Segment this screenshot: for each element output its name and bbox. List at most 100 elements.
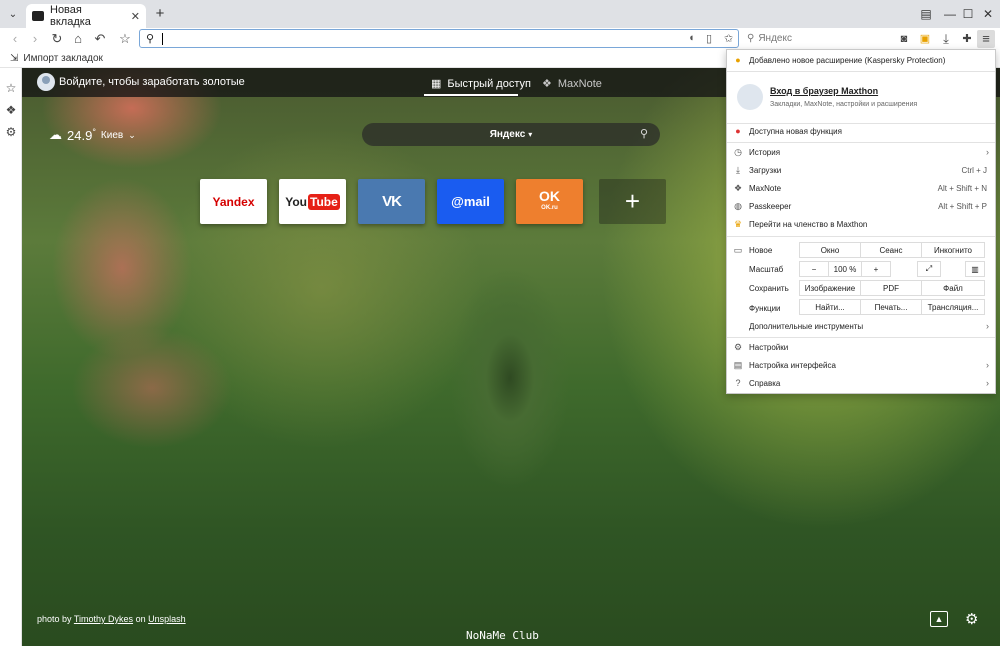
download-icon[interactable]: ⤓	[937, 30, 955, 48]
menu-hamburger-icon[interactable]: ≡	[977, 30, 995, 48]
tile-vk[interactable]: VK	[358, 179, 425, 224]
reload-icon[interactable]: ↻	[48, 30, 66, 48]
menu-shortcut: Ctrl + J	[961, 165, 987, 175]
web-search-input[interactable]: ⚲ Яндекс	[742, 29, 882, 48]
menu-item-help[interactable]: ? Справка ›	[727, 374, 995, 392]
new-session-button[interactable]: Сеанс	[860, 242, 922, 258]
submenu-arrow-icon: ›	[986, 321, 989, 331]
settings-gear-icon[interactable]: ⚙	[3, 124, 19, 140]
plus-icon: +	[624, 186, 641, 216]
save-file-button[interactable]: Файл	[921, 280, 985, 296]
extensions-puzzle-icon[interactable]: ✚	[958, 30, 976, 48]
menu-item-more-tools[interactable]: Дополнительные инструменты ›	[727, 317, 995, 335]
print-button[interactable]: Печать...	[860, 299, 922, 315]
tab-quick-access[interactable]: ▦ Быстрый доступ	[431, 77, 531, 91]
menu-item-membership[interactable]: ♛ Перейти на членство в Maxthon	[727, 215, 995, 233]
menu-item-label: Passkeeper	[749, 201, 792, 211]
favorite-icon[interactable]: ✩	[724, 32, 733, 45]
reader-icon[interactable]: ◖	[688, 32, 695, 44]
menu-item-history[interactable]: ◷ История ›	[727, 143, 995, 161]
menu-item-settings[interactable]: ⚙ Настройки	[727, 338, 995, 356]
submenu-arrow-icon: ›	[986, 378, 989, 388]
new-incognito-button[interactable]: Инкогнито	[921, 242, 985, 258]
tab-list-chevron-icon[interactable]: ⌄	[4, 5, 22, 23]
signin-gold-link[interactable]: Войдите, чтобы заработать золотые	[37, 73, 245, 91]
favorites-star-icon[interactable]: ☆	[3, 80, 19, 96]
tab-maxnote[interactable]: ❖ MaxNote	[542, 77, 602, 91]
cloud-icon: ☁	[49, 127, 62, 142]
change-background-icon[interactable]: ▲	[930, 611, 948, 627]
settings-gear-icon: ⚙	[733, 341, 743, 352]
undo-icon[interactable]: ↶	[91, 30, 109, 48]
menu-item-label: Настройка интерфейса	[749, 360, 836, 370]
import-bookmarks-button[interactable]: ⇲ Импорт закладок	[10, 53, 103, 64]
tab-strip: ⌄ Новая вкладка ✕ + ▤ — ☐ ✕	[0, 0, 1000, 28]
tab-close-icon[interactable]: ✕	[131, 10, 140, 23]
menu-item-ui-settings[interactable]: ▤ Настройка интерфейса ›	[727, 356, 995, 374]
menu-item-downloads[interactable]: ⤓ Загрузки Ctrl + J	[727, 161, 995, 179]
tile-youtube[interactable]: You Tube	[279, 179, 346, 224]
maxthon-logo-icon	[32, 11, 44, 21]
new-window-icon: ▭	[733, 244, 743, 255]
chevron-down-icon: ⌄	[128, 129, 136, 140]
tab-title: Новая вкладка	[50, 4, 91, 28]
weather-city: Киев	[100, 129, 124, 141]
save-image-button[interactable]: Изображение	[799, 280, 861, 296]
add-tile-button[interactable]: +	[599, 179, 666, 224]
toolbar: ‹ › ↻ ⌂ ↶ ☆ ⚲ ◖ ▯ ✩ ⚲ Яндекс ◙ ▣ ⤓ ✚ ≡	[0, 28, 1000, 50]
maximize-button[interactable]: ☐	[958, 5, 978, 23]
zoom-in-button[interactable]: +	[861, 261, 891, 277]
extension-notice[interactable]: ● Добавлено новое расширение (Kaspersky …	[727, 51, 995, 69]
find-button[interactable]: Найти...	[799, 299, 861, 315]
tile-label: You	[285, 194, 307, 209]
minimize-button[interactable]: —	[940, 5, 960, 23]
screenshot-camera-icon[interactable]: ◙	[895, 30, 913, 48]
notes-icon[interactable]: ▣	[916, 30, 934, 48]
ui-layout-icon: ▤	[733, 359, 743, 370]
zoom-out-button[interactable]: −	[799, 261, 829, 277]
back-arrow-icon[interactable]: ‹	[6, 30, 24, 48]
new-window-button[interactable]: Окно	[799, 242, 861, 258]
tile-yandex[interactable]: Yandex	[200, 179, 267, 224]
home-icon[interactable]: ⌂	[69, 30, 87, 48]
weather-widget[interactable]: ☁ 24.9 ° Киев ⌄	[49, 127, 136, 143]
maxnote-icon[interactable]: ❖	[3, 102, 19, 118]
credit-on: on	[135, 614, 146, 624]
cast-button[interactable]: Трансляция...	[921, 299, 985, 315]
menu-item-label: MaxNote	[749, 183, 782, 193]
sidebar-toggle-icon[interactable]: ▤	[916, 5, 936, 23]
forward-arrow-icon[interactable]: ›	[26, 30, 44, 48]
text-cursor	[162, 33, 163, 45]
bookmark-star-icon[interactable]: ☆	[116, 30, 134, 48]
tab-quick-access-label: Быстрый доступ	[447, 77, 531, 90]
menu-item-maxnote[interactable]: ❖ MaxNote Alt + Shift + N	[727, 179, 995, 197]
menu-item-label: История	[749, 147, 781, 157]
split-view-icon[interactable]: ▯	[706, 32, 712, 45]
menu-item-passkeeper[interactable]: ◍ Passkeeper Alt + Shift + P	[727, 197, 995, 215]
fullscreen-icon[interactable]: ⤢	[917, 261, 941, 277]
new-tab-button[interactable]: +	[152, 6, 168, 22]
credit-author-link[interactable]: Timothy Dykes	[74, 614, 133, 624]
tile-label: Yandex	[212, 194, 255, 209]
menu-new-feature[interactable]: ● Доступна новая функция	[727, 122, 995, 140]
account-signin-link[interactable]: Вход в браузер Maxthon	[770, 86, 878, 96]
menu-item-label: Загрузки	[749, 165, 782, 175]
submenu-arrow-icon: ›	[986, 147, 989, 157]
menu-item-label: Дополнительные инструменты	[749, 321, 864, 331]
web-search-placeholder: Яндекс	[758, 33, 792, 44]
tile-mail[interactable]: @mail	[437, 179, 504, 224]
avatar	[37, 73, 55, 91]
tab-new-tab[interactable]: Новая вкладка ✕	[26, 4, 146, 28]
tile-odnoklassniki[interactable]: OK OK.ru	[516, 179, 583, 224]
tile-label: @mail	[451, 194, 490, 209]
tile-label: OK	[539, 187, 560, 204]
split-screen-icon[interactable]: ▥	[965, 261, 985, 277]
search-engine-selector[interactable]: Яндекс	[490, 129, 526, 140]
search-icon[interactable]: ⚲	[640, 127, 648, 140]
credit-site-link[interactable]: Unsplash	[148, 614, 186, 624]
page-search-box[interactable]: Яндекс ▾ ⚲	[362, 123, 660, 146]
address-bar[interactable]: ⚲ ◖ ▯ ✩	[139, 29, 739, 48]
close-window-button[interactable]: ✕	[978, 5, 998, 23]
save-pdf-button[interactable]: PDF	[860, 280, 922, 296]
page-settings-icon[interactable]: ⚙	[965, 610, 978, 628]
